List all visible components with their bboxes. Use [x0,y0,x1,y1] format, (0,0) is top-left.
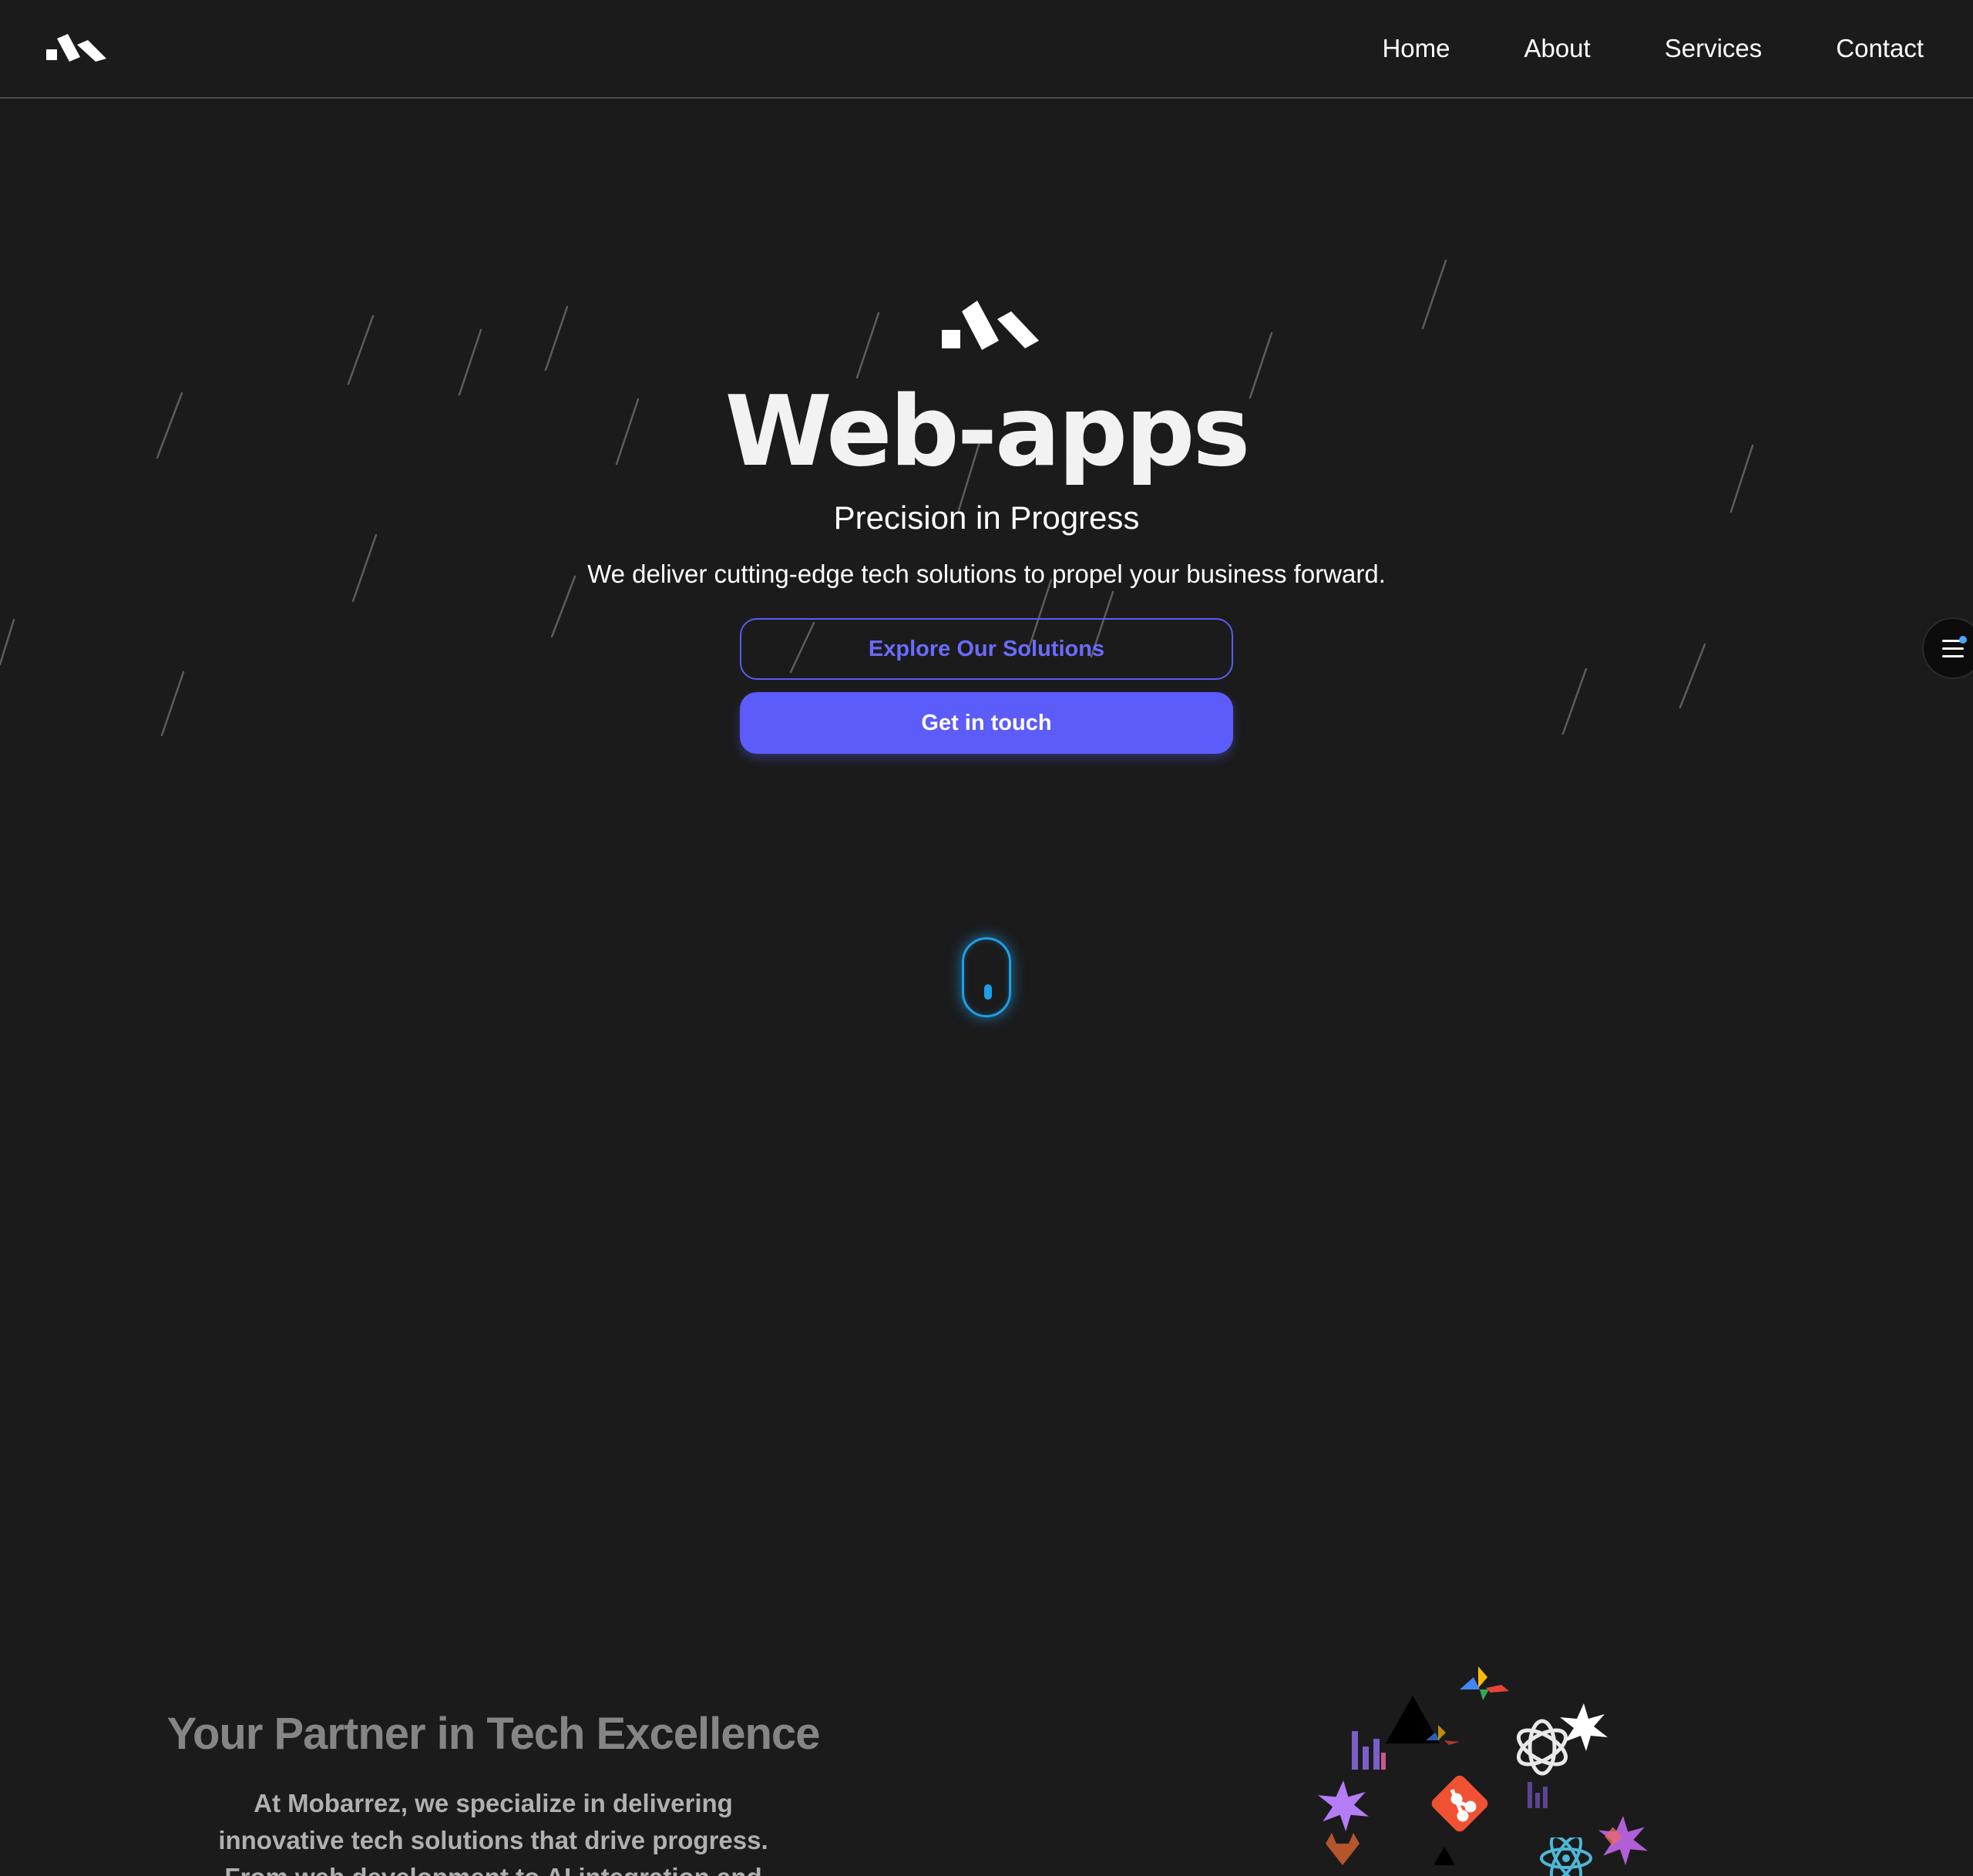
google-cloud-icon [1426,1725,1460,1745]
brand-logo-icon[interactable] [46,34,106,62]
scroll-mouse-icon[interactable] [962,937,1011,1017]
about-text-line: innovative tech solutions that drive pro… [218,1826,768,1854]
main-nav: Home About Services Contact [1382,0,1924,97]
nav-services-link[interactable]: Services [1665,34,1763,63]
about-text-line: From web development to AI integration a… [185,1859,802,1876]
floating-menu-button[interactable] [1922,617,1973,679]
sparkle-icon [1318,1780,1369,1831]
page: Home About Services Contact Web-apps Pre [0,0,1973,1876]
about-title: Your Partner in Tech Excellence [166,1709,821,1759]
hero-title: Web-apps [724,375,1251,488]
nav-contact-link[interactable]: Contact [1836,34,1924,63]
hero-subtitle: Precision in Progress [833,499,1140,536]
about-text: At Mobarrez, we specialize in delivering… [185,1785,802,1876]
triangle-icon [1434,1847,1455,1865]
top-navbar: Home About Services Contact [0,0,1973,99]
gitlab-icon [1326,1833,1360,1865]
react-icon [1540,1837,1592,1876]
notification-dot [1959,636,1967,644]
hero-logo-icon [942,301,1039,350]
nav-home-link[interactable]: Home [1382,34,1450,63]
explore-solutions-button[interactable]: Explore Our Solutions [740,618,1233,680]
hero-description: We deliver cutting-edge tech solutions t… [587,560,1386,588]
bar-chart-icon [1528,1782,1548,1808]
google-cloud-icon [1460,1666,1509,1700]
sparkle-icon [1560,1703,1608,1751]
get-in-touch-button[interactable]: Get in touch [740,692,1233,754]
nav-about-link[interactable]: About [1524,34,1590,63]
about-text-line: At Mobarrez, we specialize in delivering [254,1789,733,1817]
git-icon [1431,1775,1488,1832]
tech-logo-cluster [1310,1657,1665,1876]
scroll-wheel [984,984,992,1000]
sparkle-icon [1598,1816,1648,1865]
bar-chart-icon [1352,1731,1386,1770]
